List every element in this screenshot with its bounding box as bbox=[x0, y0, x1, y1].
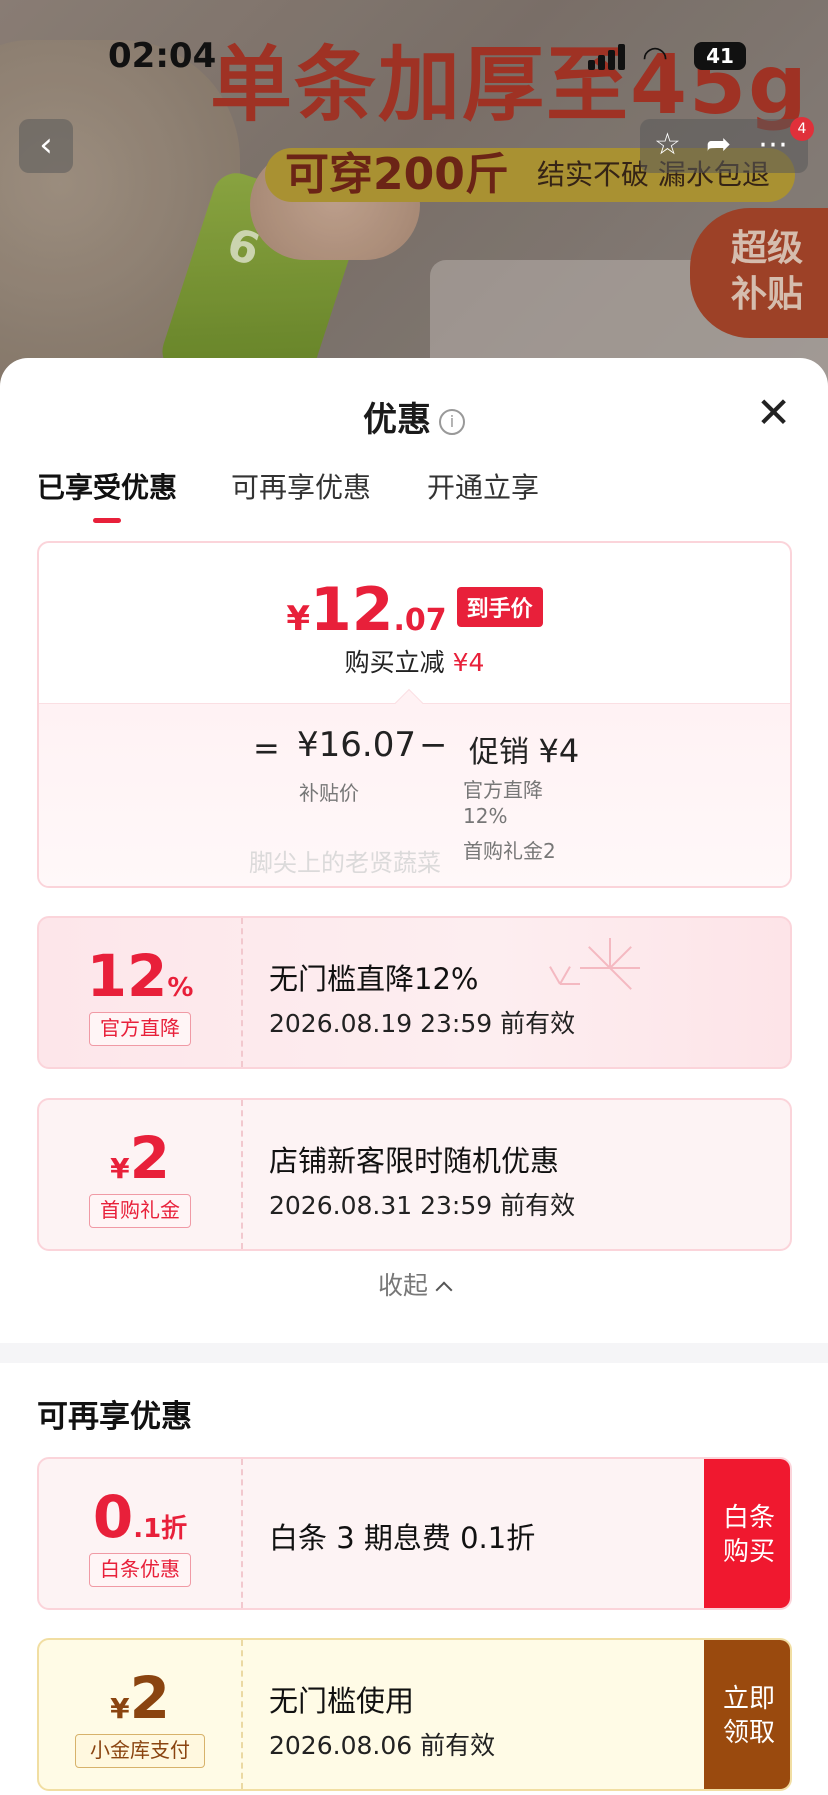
status-bar: 02:04 ◠ 41 bbox=[0, 0, 828, 110]
coupon-title: 无门槛直降12% bbox=[269, 962, 479, 996]
promotion-label: 促销 bbox=[469, 735, 529, 770]
wifi-icon: ◠ bbox=[642, 40, 669, 75]
collapse-label: 收起 bbox=[377, 1271, 428, 1300]
coupon-value: ¥2 bbox=[39, 1664, 241, 1732]
tab-open-to-enjoy[interactable]: 开通立享 bbox=[427, 466, 539, 506]
baitiao-buy-button[interactable]: 白条 购买 bbox=[704, 1459, 790, 1608]
tab-enjoyed[interactable]: 已享受优惠 bbox=[37, 466, 177, 506]
subsidy-price-label: 补贴价 bbox=[299, 781, 359, 805]
price-summary-card: ¥12.07 到手价 购买立减 ¥4 = ¥16.07 补贴价 − 促销 ¥4 官… bbox=[37, 541, 792, 888]
status-time: 02:04 bbox=[108, 36, 217, 76]
coupon-vault-pay: ¥2 小金库支付 无门槛使用 2026.08.06 前有效 立即 领取 bbox=[37, 1638, 792, 1791]
coupon-first-purchase: ¥2 首购礼金 店铺新客限时随机优惠 2026.08.31 23:59 前有效 bbox=[37, 1098, 792, 1251]
tab-active-indicator bbox=[93, 518, 121, 523]
coupon-divider bbox=[241, 1100, 243, 1249]
coupon-type-label: 小金库支付 bbox=[75, 1734, 205, 1768]
coupon-value-area: ¥2 首购礼金 bbox=[39, 1100, 241, 1249]
back-button[interactable]: ‹ bbox=[19, 119, 73, 173]
coupon-validity: 2026.08.06 前有效 bbox=[269, 1731, 496, 1760]
coupon-title: 白条 3 期息费 0.1折 bbox=[269, 1521, 536, 1555]
final-price-yen: ¥ bbox=[286, 599, 310, 639]
coupon-value-area: ¥2 小金库支付 bbox=[39, 1640, 241, 1789]
cart-count-badge: 4 bbox=[790, 117, 814, 141]
coupon-type-label: 官方直降 bbox=[89, 1012, 191, 1046]
subsidy-price: ¥16.07 bbox=[297, 725, 416, 765]
more-icon[interactable]: ⋯ bbox=[758, 127, 788, 162]
close-icon[interactable]: ✕ bbox=[756, 392, 791, 434]
sheet-header: 优惠 i bbox=[0, 392, 828, 441]
instant-reduce-line: 购买立减 ¥4 bbox=[39, 643, 790, 679]
shop-watermark: 脚尖上的老贤蔬菜 bbox=[249, 849, 441, 877]
cellular-signal-icon bbox=[588, 44, 628, 70]
coupon-divider bbox=[241, 1640, 243, 1789]
more-discounts-heading: 可再享优惠 bbox=[37, 1399, 192, 1435]
tab-more-available[interactable]: 可再享优惠 bbox=[231, 466, 371, 506]
coupon-type-label: 白条优惠 bbox=[89, 1553, 191, 1587]
coupon-value: 12% bbox=[39, 942, 241, 1010]
coupon-value: 0.1折 bbox=[39, 1483, 241, 1551]
info-icon[interactable]: i bbox=[439, 409, 465, 435]
final-price-dec: .07 bbox=[393, 603, 447, 638]
final-price-int: 12 bbox=[310, 575, 394, 645]
coupon-divider bbox=[241, 1459, 243, 1608]
promotion-detail-official: 官方直降12% bbox=[463, 778, 543, 828]
collapse-button[interactable]: 收起 bbox=[0, 1266, 828, 1302]
favorite-star-icon[interactable]: ☆ bbox=[654, 127, 681, 162]
coupon-value-number: 12 bbox=[86, 942, 168, 1010]
coupon-value: ¥2 bbox=[39, 1124, 241, 1192]
instant-reduce-label: 购买立减 bbox=[344, 648, 445, 677]
coupon-baitiao: 0.1折 白条优惠 白条 3 期息费 0.1折 白条 购买 bbox=[37, 1457, 792, 1610]
promotion-detail-first-buy: 首购礼金2 bbox=[463, 839, 556, 863]
share-icon[interactable]: ➦ bbox=[706, 127, 731, 162]
claim-now-button[interactable]: 立即 领取 bbox=[704, 1640, 790, 1789]
promotion-amount: ¥4 bbox=[538, 732, 580, 770]
final-price: ¥12.07 到手价 bbox=[39, 575, 790, 645]
battery-icon: 41 bbox=[694, 42, 746, 70]
coupon-validity: 2026.08.31 23:59 前有效 bbox=[269, 1191, 576, 1220]
minus-sign: − bbox=[419, 725, 448, 765]
discount-sheet: 优惠 i ✕ 已享受优惠 可再享优惠 开通立享 ¥12.07 到手价 购买立减 ¥4… bbox=[0, 358, 828, 1795]
coupon-type-label: 首购礼金 bbox=[89, 1194, 191, 1228]
chevron-up-icon bbox=[435, 1281, 453, 1299]
nav-action-group: ☆ ➦ ⋯ 4 bbox=[640, 117, 814, 173]
coupon-value-number: 2 bbox=[129, 1124, 170, 1192]
instant-reduce-amount: ¥4 bbox=[452, 648, 485, 677]
coupon-validity: 2026.08.19 23:59 前有效 bbox=[269, 1009, 576, 1038]
equals-sign: = bbox=[253, 729, 280, 767]
coupon-value-area: 12% 官方直降 bbox=[39, 918, 241, 1067]
promotion-amount-line: 促销 ¥4 bbox=[469, 727, 579, 771]
coupon-title: 店铺新客限时随机优惠 bbox=[269, 1144, 560, 1178]
coupon-value-number: 0 bbox=[92, 1483, 134, 1551]
coupon-value-yen: ¥ bbox=[110, 1692, 130, 1725]
coupon-value-unit: % bbox=[167, 973, 194, 1003]
coupon-title: 无门槛使用 bbox=[269, 1684, 415, 1718]
coupon-value-number: 2 bbox=[129, 1664, 170, 1732]
final-price-tag: 到手价 bbox=[456, 587, 543, 627]
coupon-value-area: 0.1折 白条优惠 bbox=[39, 1459, 241, 1608]
coupon-official-discount: 12% 官方直降 无门槛直降12% 2026.08.19 23:59 前有效 bbox=[37, 916, 792, 1069]
coupon-value-unit: .1折 bbox=[133, 1514, 188, 1544]
section-gap bbox=[0, 1343, 828, 1363]
sheet-title: 优惠 bbox=[363, 400, 431, 440]
coupon-divider bbox=[241, 918, 243, 1067]
coupon-value-yen: ¥ bbox=[110, 1152, 130, 1185]
